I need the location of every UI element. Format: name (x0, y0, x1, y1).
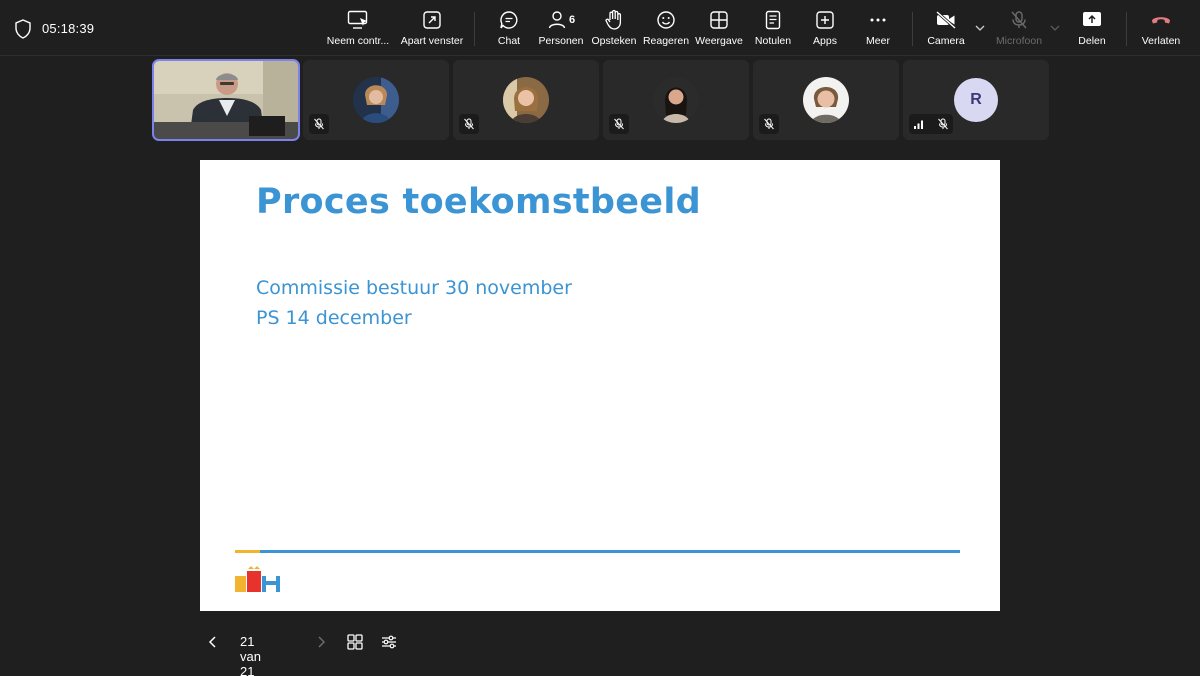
noord-holland-logo (235, 565, 283, 593)
view-button[interactable]: Weergave (694, 8, 744, 52)
meeting-toolbar: 05:18:39 Neem contr... Apart venster Cha… (0, 0, 1200, 56)
camera-options-chevron-icon[interactable] (974, 22, 986, 34)
camera-off-icon (935, 8, 957, 32)
participant-avatar (353, 77, 399, 123)
participant-avatar (653, 77, 699, 123)
shield-icon (15, 19, 31, 39)
people-count-badge: 6 (568, 14, 576, 26)
chat-button[interactable]: Chat (490, 8, 528, 52)
sliders-icon (382, 635, 396, 649)
speaker-video (153, 60, 299, 140)
toolbar-divider (912, 12, 913, 46)
participant-tile[interactable] (303, 60, 449, 140)
chat-label: Chat (497, 35, 521, 47)
grid-view-icon (709, 8, 729, 32)
mic-off-icon (764, 118, 774, 130)
add-app-icon (815, 8, 835, 32)
leave-button[interactable]: Verlaten (1138, 8, 1184, 52)
raise-hand-button[interactable]: Opsteken (590, 8, 638, 52)
react-button[interactable]: Reageren (642, 8, 690, 52)
separate-window-label: Apart venster (400, 35, 464, 47)
camera-label: Camera (927, 35, 965, 47)
chevron-right-icon (318, 636, 326, 648)
slide-subtitle-line: PS 14 december (256, 307, 412, 329)
previous-slide-button[interactable] (206, 630, 220, 654)
chat-icon (499, 8, 519, 32)
meeting-timer: 05:18:39 (42, 21, 95, 36)
share-label: Delen (1078, 35, 1106, 47)
participant-tile[interactable] (603, 60, 749, 140)
participant-tile[interactable] (753, 60, 899, 140)
mic-off-icon (464, 118, 474, 130)
people-icon (548, 11, 566, 29)
notes-label: Notulen (754, 35, 792, 47)
microphone-label: Microfoon (995, 35, 1043, 47)
mute-indicator (909, 114, 953, 134)
share-button[interactable]: Delen (1074, 8, 1110, 52)
people-button[interactable]: 6 Personen (538, 8, 584, 52)
next-slide-button[interactable] (314, 630, 328, 654)
mute-indicator (759, 114, 779, 134)
shared-presentation-slide: Proces toekomstbeeld Commissie bestuur 3… (200, 160, 1000, 611)
participant-strip: R (0, 59, 1200, 142)
slide-title: Proces toekomstbeeld (256, 182, 701, 222)
screen-cursor-icon (347, 8, 369, 32)
signal-strength-icon (914, 120, 923, 129)
more-button[interactable]: Meer (858, 8, 898, 52)
microphone-options-chevron-icon[interactable] (1049, 22, 1061, 34)
mic-off-icon (1009, 8, 1029, 32)
hang-up-icon (1150, 8, 1172, 32)
slide-subtitle-line: Commissie bestuur 30 november (256, 277, 572, 299)
chevron-left-icon (208, 636, 216, 648)
mute-indicator (459, 114, 479, 134)
grid-icon (347, 634, 363, 650)
participant-tile[interactable]: R (903, 60, 1049, 140)
leave-label: Verlaten (1141, 35, 1181, 47)
more-label: Meer (866, 35, 890, 47)
take-control-label: Neem contr... (326, 35, 390, 47)
mic-off-icon (614, 118, 624, 130)
smiley-icon (656, 8, 676, 32)
people-label: Personen (538, 35, 584, 47)
notes-icon (764, 8, 782, 32)
slide-counter: 21 van 21 (240, 634, 261, 676)
apps-button[interactable]: Apps (806, 8, 844, 52)
participant-avatar (503, 77, 549, 123)
camera-button[interactable]: Camera (926, 8, 966, 52)
toolbar-divider (1126, 12, 1127, 46)
mic-off-icon (314, 118, 324, 130)
take-control-button[interactable]: Neem contr... (326, 8, 390, 52)
participant-video-tile[interactable] (152, 59, 300, 141)
notes-button[interactable]: Notulen (752, 8, 794, 52)
participant-initial-avatar: R (954, 78, 998, 122)
raise-hand-label: Opsteken (591, 35, 637, 47)
slide-grid-button[interactable] (346, 630, 364, 654)
toolbar-divider (474, 12, 475, 46)
pop-out-icon (422, 8, 442, 32)
more-dots-icon (868, 8, 888, 32)
slide-footer-rule (235, 550, 960, 553)
hand-icon (604, 8, 624, 32)
react-label: Reageren (642, 35, 690, 47)
separate-window-button[interactable]: Apart venster (400, 8, 464, 52)
participant-tile[interactable] (453, 60, 599, 140)
mute-indicator (609, 114, 629, 134)
mute-indicator (309, 114, 329, 134)
microphone-button[interactable]: Microfoon (994, 8, 1044, 52)
mic-off-icon (938, 118, 948, 130)
view-label: Weergave (695, 35, 743, 47)
presentation-settings-button[interactable] (380, 630, 398, 654)
share-screen-icon (1082, 8, 1102, 32)
slide-footer-accent (235, 550, 260, 553)
participant-avatar (803, 77, 849, 123)
apps-label: Apps (813, 35, 837, 47)
